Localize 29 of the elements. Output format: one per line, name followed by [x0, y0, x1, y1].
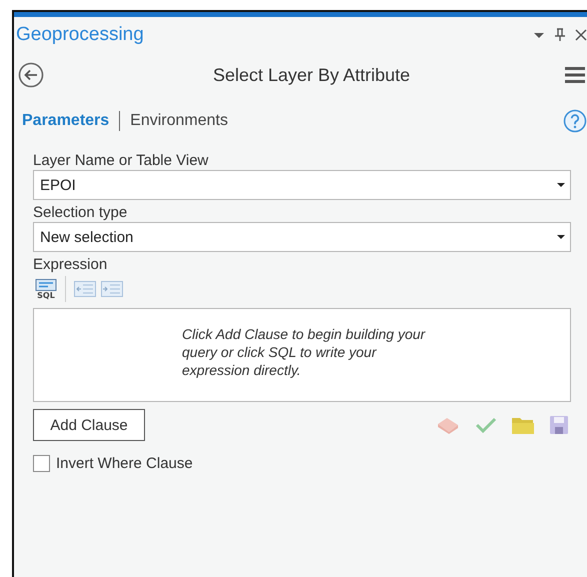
checkmark-icon[interactable]	[475, 416, 497, 434]
help-icon[interactable]	[563, 109, 587, 133]
close-icon[interactable]	[575, 28, 587, 40]
pane-title: Geoprocessing	[16, 24, 144, 46]
caret-icon	[557, 234, 565, 240]
editor-icon	[35, 278, 57, 290]
field-label: Expression	[33, 256, 108, 274]
sql-button[interactable]: SQL	[35, 278, 57, 300]
add-clause-button[interactable]: Add Clause	[33, 409, 145, 441]
outdent-icon[interactable]	[74, 281, 96, 297]
dropdown-field[interactable]: New selection	[33, 222, 571, 252]
folder-icon[interactable]	[511, 415, 535, 435]
tool-title: Select Layer By Attribute	[212, 64, 410, 86]
back-icon[interactable]	[18, 62, 44, 88]
menu-icon[interactable]	[564, 66, 585, 84]
tab[interactable]: Environments	[130, 112, 228, 130]
tab[interactable]: Parameters	[22, 112, 110, 130]
eraser-icon[interactable]	[435, 415, 461, 435]
indent-icon[interactable]	[101, 281, 123, 297]
field-label: Layer Name or Table View	[33, 152, 210, 170]
expression-box[interactable]: Click Add Clause to begin building your query or click SQL to write your expression directly.	[33, 308, 571, 402]
pin-icon[interactable]	[554, 28, 566, 42]
field-label: Selection type	[33, 204, 128, 222]
save-icon[interactable]	[549, 415, 569, 435]
expression-hint: Click Add Clause to begin building your query or click SQL to write your expression directly.	[182, 325, 426, 379]
dropdown-field[interactable]: EPOI	[33, 170, 571, 200]
caret-icon	[557, 182, 565, 188]
checkbox[interactable]	[33, 455, 50, 472]
checkbox-label: Invert Where Clause	[56, 455, 193, 472]
